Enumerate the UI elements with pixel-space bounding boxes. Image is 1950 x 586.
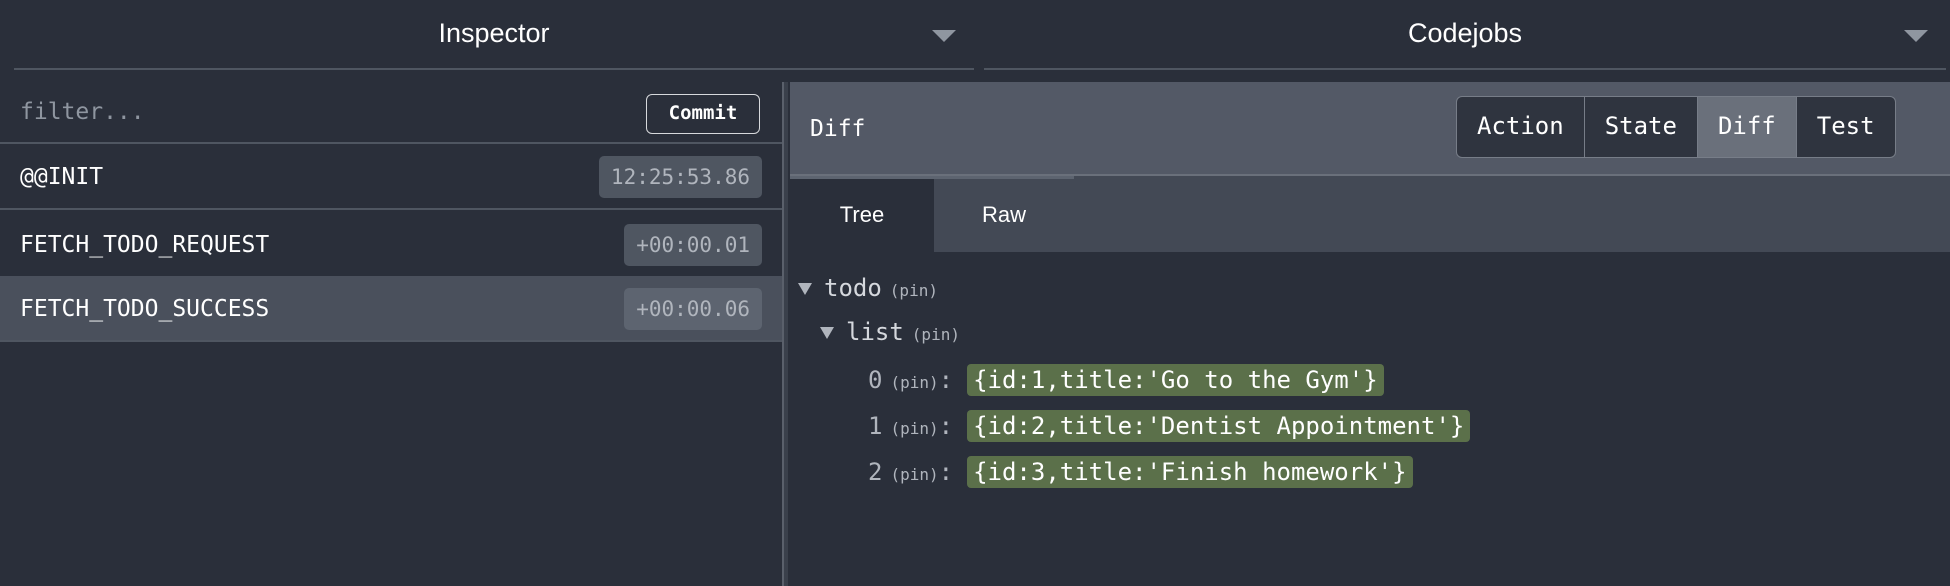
top-bar: Inspector Codejobs — [0, 0, 1950, 82]
tree-index: 1 — [868, 412, 883, 440]
tree-colon: : — [938, 458, 954, 486]
action-timestamp: 12:25:53.86 — [598, 156, 762, 198]
diff-panel: Diff Action State Diff Test Tree Raw tod… — [790, 82, 1950, 586]
diff-tree: todo (pin) list (pin) 0 (pin): {id:1,title:'… — [790, 252, 1950, 586]
action-timestamp: +00:00.06 — [624, 288, 762, 330]
monitor-selector-left-label: Inspector — [438, 18, 550, 48]
panel-title: Diff — [810, 116, 866, 142]
pin-link[interactable]: (pin) — [890, 373, 938, 392]
tab-diff[interactable]: Diff — [1697, 97, 1797, 157]
pin-link[interactable]: (pin) — [890, 281, 938, 300]
expand-arrow-icon[interactable] — [798, 283, 812, 295]
added-value: {id:1,title:'Go to the Gym'} — [967, 364, 1384, 396]
chevron-down-icon — [1904, 30, 1928, 42]
instance-selector[interactable]: Codejobs — [984, 0, 1946, 70]
panel-resize-handle[interactable] — [782, 82, 790, 586]
filter-input[interactable] — [0, 82, 640, 142]
tree-node-root[interactable]: todo (pin) — [798, 274, 938, 302]
action-name: FETCH_TODO_REQUEST — [20, 232, 270, 258]
tree-colon: : — [938, 412, 954, 440]
action-name: @@INIT — [20, 164, 104, 190]
tree-key: todo — [824, 274, 882, 302]
commit-button[interactable]: Commit — [646, 94, 760, 134]
tab-state[interactable]: State — [1585, 97, 1698, 157]
pin-link[interactable]: (pin) — [912, 325, 960, 344]
subtab-tree[interactable]: Tree — [790, 176, 934, 252]
added-value: {id:3,title:'Finish homework'} — [967, 456, 1413, 488]
action-row-selected[interactable]: FETCH_TODO_SUCCESS +00:00.06 — [0, 276, 782, 342]
tree-colon: : — [938, 366, 954, 394]
tab-test[interactable]: Test — [1797, 97, 1895, 157]
subtab-bar: Tree Raw — [790, 176, 1950, 252]
expand-arrow-icon[interactable] — [820, 327, 834, 339]
monitor-selector-left[interactable]: Inspector — [14, 0, 974, 70]
instance-selector-label: Codejobs — [1407, 18, 1523, 48]
tab-action[interactable]: Action — [1457, 97, 1585, 157]
filter-row: Commit — [0, 82, 782, 144]
diff-header: Diff Action State Diff Test — [790, 82, 1950, 176]
action-name: FETCH_TODO_SUCCESS — [20, 296, 270, 322]
action-timestamp: +00:00.01 — [624, 224, 762, 266]
tree-node-list[interactable]: list (pin) — [820, 318, 960, 346]
tree-key: list — [846, 318, 904, 346]
chevron-down-icon — [932, 30, 956, 42]
tree-entry: 0 (pin): {id:1,title:'Go to the Gym'} — [868, 364, 1384, 396]
added-value: {id:2,title:'Dentist Appointment'} — [967, 410, 1471, 442]
action-row[interactable]: @@INIT 12:25:53.86 — [0, 144, 782, 210]
action-list-panel: Commit @@INIT 12:25:53.86 FETCH_TODO_REQ… — [0, 82, 782, 586]
action-row[interactable]: FETCH_TODO_REQUEST +00:00.01 — [0, 212, 782, 278]
tree-index: 2 — [868, 458, 883, 486]
tree-entry: 2 (pin): {id:3,title:'Finish homework'} — [868, 456, 1413, 488]
pin-link[interactable]: (pin) — [890, 465, 938, 484]
subtab-raw[interactable]: Raw — [934, 176, 1074, 252]
tree-index: 0 — [868, 366, 883, 394]
tree-entry: 1 (pin): {id:2,title:'Dentist Appointment'… — [868, 410, 1471, 442]
pin-link[interactable]: (pin) — [890, 419, 938, 438]
monitor-tab-group: Action State Diff Test — [1456, 96, 1896, 158]
subtab-underline — [790, 176, 1074, 179]
